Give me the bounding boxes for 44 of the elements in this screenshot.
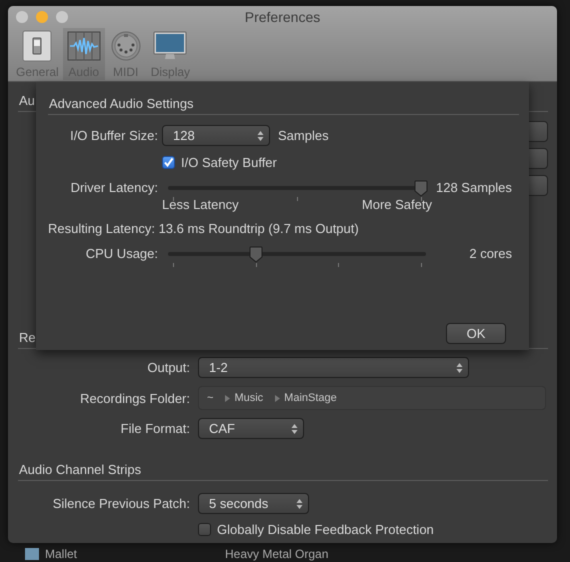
slider-reading: 2 cores (468, 246, 513, 261)
stepper-arrows-icon (291, 422, 298, 434)
popup-menu[interactable]: 1-2 (198, 357, 469, 378)
list-item[interactable]: Heavy Metal Organ (225, 547, 328, 561)
slider-max-label: More Safety (362, 197, 432, 212)
folder-icon (25, 548, 39, 560)
window-button[interactable] (36, 11, 48, 23)
checkbox-label: Globally Disable Feedback Protection (217, 522, 434, 537)
slider-thumb[interactable] (414, 180, 428, 196)
path-field[interactable]: ~ Music MainStage (198, 386, 546, 410)
unit-label: Samples (278, 128, 329, 143)
slider-reading: 128 Samples (436, 180, 513, 195)
sheet-title: Advanced Audio Settings (48, 82, 519, 115)
window-title: Preferences (244, 9, 320, 25)
popup-menu[interactable]: CAF (198, 418, 304, 439)
popup-menu[interactable]: 128 (162, 125, 270, 146)
field-label: File Format: (120, 421, 190, 436)
monitor-icon (153, 30, 188, 62)
chevron-icon (275, 394, 280, 402)
field-label: I/O Buffer Size: (69, 128, 158, 143)
chevron-icon (225, 394, 230, 402)
waveform-icon (66, 30, 101, 62)
latency-text: Resulting Latency: 13.6 ms Roundtrip (9.7 ms Output) (48, 221, 360, 236)
ok-button[interactable]: OK (446, 323, 506, 344)
stepper-arrows-icon (296, 498, 303, 510)
checkbox-label: I/O Safety Buffer (181, 155, 277, 170)
field-label: Silence Previous Patch: (52, 496, 190, 511)
slider-min-label: Less Latency (162, 197, 239, 212)
section-header: Audio Channel Strips (18, 451, 548, 481)
window-button[interactable] (16, 11, 28, 23)
connector-icon (108, 30, 143, 62)
field-label: CPU Usage: (84, 246, 158, 261)
stepper-arrows-icon (257, 130, 264, 142)
checkbox[interactable] (162, 156, 175, 169)
stepper-arrows-icon (456, 362, 463, 374)
window-button[interactable] (56, 11, 68, 23)
list-item[interactable]: Mallet (45, 547, 78, 561)
switch-icon (20, 30, 54, 62)
field-label: Driver Latency: (70, 180, 158, 195)
checkbox[interactable] (198, 523, 211, 536)
field-label: Output: (146, 360, 190, 375)
popup-menu[interactable]: 5 seconds (198, 493, 309, 514)
field-label: Recordings Folder: (79, 390, 190, 406)
slider-thumb[interactable] (248, 246, 263, 262)
